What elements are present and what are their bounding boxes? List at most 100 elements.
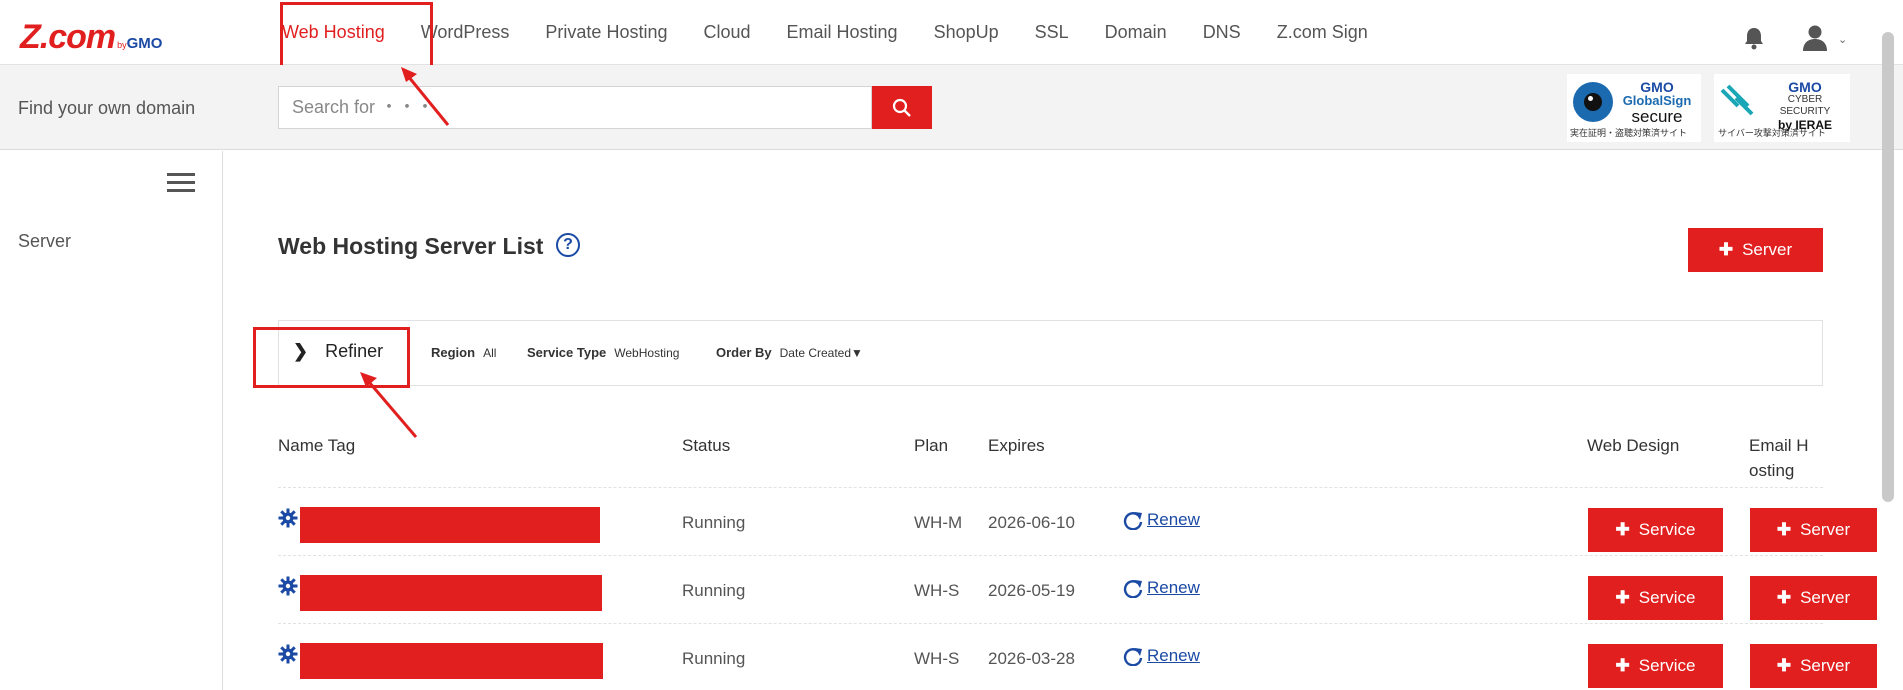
- renew-label: Renew: [1147, 646, 1200, 665]
- gear-icon[interactable]: [278, 508, 298, 528]
- find-domain-label: Find your own domain: [18, 98, 196, 118]
- sidebar: Server: [0, 151, 223, 690]
- plan-cell: WH-S: [914, 649, 960, 668]
- nav-zcom-sign[interactable]: Z.com Sign: [1277, 22, 1368, 43]
- status-cell: Running: [682, 649, 746, 668]
- renew-link[interactable]: Renew: [1123, 646, 1200, 666]
- renew-link[interactable]: Renew: [1123, 510, 1200, 530]
- refiner-bar: ❯ Refiner Region All Service Type WebHosti…: [278, 320, 1823, 386]
- redacted-name-tag: [300, 643, 603, 679]
- expires-cell: 2026-05-19: [988, 581, 1075, 600]
- filter-type-key: Service Type: [527, 345, 607, 360]
- nav-domain[interactable]: Domain: [1105, 22, 1167, 43]
- col-email-hosting: Email H osting: [1749, 436, 1809, 480]
- domain-search-input[interactable]: [278, 86, 872, 129]
- logo-by: by: [117, 40, 127, 50]
- filter-service-type[interactable]: Service Type WebHosting: [527, 345, 679, 360]
- filter-region[interactable]: Region All: [431, 345, 496, 360]
- plus-icon: ✚: [1776, 588, 1792, 607]
- nav-cloud[interactable]: Cloud: [703, 22, 750, 43]
- nav-highlight-box: [280, 2, 433, 70]
- search-button[interactable]: [872, 86, 932, 129]
- nav-shopup[interactable]: ShopUp: [934, 22, 999, 43]
- redacted-name-tag: [300, 507, 600, 543]
- redacted-name-tag: [300, 575, 602, 611]
- col-expires: Expires: [988, 436, 1045, 455]
- table-row: Running WH-S 2026-05-19 Renew ✚ Service ✚…: [278, 555, 1877, 623]
- email-hosting-server-button[interactable]: ✚ Server: [1750, 644, 1877, 688]
- web-design-service-button[interactable]: ✚ Service: [1588, 644, 1723, 688]
- col-name-tag: Name Tag: [278, 436, 356, 455]
- plus-icon: ✚: [1776, 520, 1792, 539]
- service-label: Service: [1638, 588, 1696, 607]
- help-icon[interactable]: ?: [556, 233, 580, 257]
- status-cell: Running: [682, 581, 746, 600]
- search-icon: [892, 98, 911, 117]
- chevron-down-icon[interactable]: ⌄: [1838, 33, 1847, 46]
- zcom-logo[interactable]: Z.com by GMO: [20, 18, 162, 57]
- renew-link[interactable]: Renew: [1123, 578, 1200, 598]
- refresh-icon: [1123, 580, 1143, 598]
- renew-label: Renew: [1147, 578, 1200, 597]
- logo-gmo: GMO: [126, 35, 163, 52]
- plan-cell: WH-M: [914, 513, 963, 532]
- search-band: Find your own domain GMO GlobalSign secu…: [0, 65, 1903, 150]
- gear-icon[interactable]: [278, 576, 298, 596]
- eye-icon: [1573, 82, 1613, 122]
- web-design-service-button[interactable]: ✚ Service: [1588, 576, 1723, 620]
- sidebar-item-server[interactable]: Server: [18, 231, 71, 252]
- nav-dns[interactable]: DNS: [1203, 22, 1241, 43]
- globalsign-name: GlobalSign: [1622, 93, 1692, 108]
- add-server-button[interactable]: ✚ Server: [1688, 228, 1823, 272]
- main-nav: Web Hosting WordPress Private Hosting Cl…: [282, 0, 1404, 65]
- col-web-design: Web Design: [1587, 436, 1680, 455]
- add-server-label: Server: [1742, 240, 1793, 259]
- ierae-gmo: GMO: [1788, 79, 1822, 95]
- table-row: Running WH-M 2026-06-10 Renew ✚ Service ✚…: [278, 487, 1877, 555]
- nav-private-hosting[interactable]: Private Hosting: [545, 22, 667, 43]
- plus-icon: ✚: [1776, 656, 1792, 675]
- plus-icon: ✚: [1615, 656, 1630, 675]
- filter-region-key: Region: [431, 345, 476, 360]
- globalsign-badge[interactable]: GMO GlobalSign secure 実在証明・盗聴対策済サイト: [1567, 74, 1701, 142]
- hamburger-menu-icon[interactable]: [167, 173, 195, 193]
- gear-icon[interactable]: [278, 644, 298, 664]
- server-label: Server: [1800, 656, 1851, 675]
- service-label: Service: [1638, 656, 1696, 675]
- server-label: Server: [1800, 588, 1851, 607]
- nav-email-hosting[interactable]: Email Hosting: [787, 22, 898, 43]
- user-icon[interactable]: [1802, 24, 1828, 52]
- email-hosting-server-button[interactable]: ✚ Server: [1750, 576, 1877, 620]
- server-label: Server: [1800, 520, 1851, 539]
- expires-cell: 2026-06-10: [988, 513, 1075, 532]
- bell-icon[interactable]: [1743, 26, 1765, 50]
- col-plan: Plan: [914, 436, 949, 455]
- nav-wordpress[interactable]: WordPress: [421, 22, 510, 43]
- expires-cell: 2026-03-28: [988, 649, 1075, 668]
- refiner-highlight-box: [253, 327, 410, 388]
- plus-icon: ✚: [1615, 520, 1630, 539]
- filter-order-value: Date Created▼: [779, 346, 863, 360]
- col-status: Status: [682, 436, 731, 455]
- plus-icon: ✚: [1615, 588, 1630, 607]
- ierae-badge[interactable]: GMO CYBER SECURITY by IERAE サイバー攻撃対策済サイト: [1714, 74, 1850, 142]
- table-row: Running WH-S 2026-03-28 Renew ✚ Service ✚…: [278, 623, 1877, 690]
- ierae-caption: サイバー攻撃対策済サイト: [1718, 128, 1826, 138]
- globalsign-gmo: GMO: [1640, 79, 1674, 95]
- page-title: Web Hosting Server List: [278, 233, 544, 259]
- plus-icon: ✚: [1718, 240, 1734, 259]
- filter-order-key: Order By: [716, 345, 772, 360]
- status-cell: Running: [682, 513, 746, 532]
- renew-label: Renew: [1147, 510, 1200, 529]
- email-hosting-server-button[interactable]: ✚ Server: [1750, 508, 1877, 552]
- nav-ssl[interactable]: SSL: [1035, 22, 1069, 43]
- filter-order-by[interactable]: Order By Date Created▼: [716, 345, 863, 360]
- globalsign-caption: 実在証明・盗聴対策済サイト: [1570, 128, 1688, 138]
- logo-main: Z.com: [20, 18, 116, 56]
- refresh-icon: [1123, 512, 1143, 530]
- refresh-icon: [1123, 648, 1143, 666]
- ierae-line1: CYBER SECURITY: [1779, 94, 1831, 117]
- globalsign-secure: secure: [1631, 107, 1683, 126]
- web-design-service-button[interactable]: ✚ Service: [1588, 508, 1723, 552]
- vertical-scrollbar[interactable]: [1882, 32, 1894, 502]
